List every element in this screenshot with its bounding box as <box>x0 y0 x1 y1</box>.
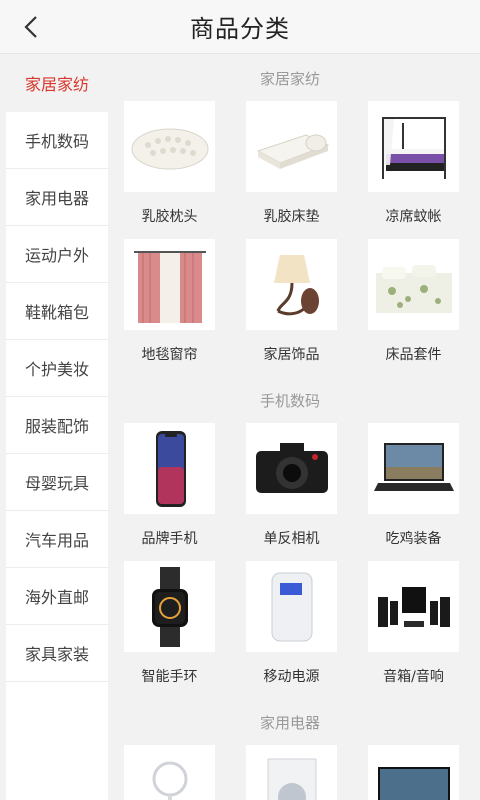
product-grid: 乳胶枕头 乳胶床垫 凉席蚊帐 地毯窗帘 家居饰品 床品套件 <box>108 101 472 377</box>
wall-lamp-image <box>246 239 337 330</box>
canopy-bed-image <box>368 101 459 192</box>
product-tile[interactable]: 家居饰品 <box>246 239 337 377</box>
section-title: 家用电器 <box>259 713 320 732</box>
sidebar-item-beauty[interactable]: 个护美妆 <box>6 340 108 397</box>
section-title: 家居家纺 <box>259 69 320 88</box>
product-label: 音箱/音响 <box>383 668 444 685</box>
product-label: 床品套件 <box>385 346 442 363</box>
speaker-system-image <box>368 561 459 652</box>
sidebar-item-sports[interactable]: 运动户外 <box>6 226 108 283</box>
gaming-laptop-image <box>368 423 459 514</box>
sidebar-item-shoes-bags[interactable]: 鞋靴箱包 <box>6 283 108 340</box>
product-label: 吃鸡装备 <box>385 530 442 547</box>
product-label: 品牌手机 <box>141 530 198 547</box>
product-tile[interactable] <box>246 745 337 800</box>
sidebar-item-digital[interactable]: 手机数码 <box>6 112 108 169</box>
sidebar-item-apparel[interactable]: 服装配饰 <box>6 397 108 454</box>
category-sidebar: 家居家纺 手机数码 家用电器 运动户外 鞋靴箱包 个护美妆 服装配饰 母婴玩具 … <box>6 55 108 800</box>
tv-image <box>368 745 459 800</box>
product-label: 家居饰品 <box>263 346 320 363</box>
section-title: 手机数码 <box>259 391 320 410</box>
product-tile[interactable]: 床品套件 <box>368 239 459 377</box>
smartphone-image <box>124 423 215 514</box>
sidebar-item-appliances[interactable]: 家用电器 <box>6 169 108 226</box>
product-label: 乳胶床垫 <box>263 208 320 225</box>
sidebar-item-overseas[interactable]: 海外直邮 <box>6 568 108 625</box>
latex-pillow-image <box>124 101 215 192</box>
product-tile[interactable]: 乳胶枕头 <box>124 101 215 239</box>
smartwatch-image <box>124 561 215 652</box>
product-tile[interactable]: 智能手环 <box>124 561 215 699</box>
product-tile[interactable]: 凉席蚊帐 <box>368 101 459 239</box>
product-label: 乳胶枕头 <box>141 208 198 225</box>
product-tile[interactable] <box>368 745 459 800</box>
product-tile[interactable]: 乳胶床垫 <box>246 101 337 239</box>
product-label: 单反相机 <box>263 530 320 547</box>
product-tile[interactable]: 吃鸡装备 <box>368 423 459 561</box>
fan-image <box>124 745 215 800</box>
product-tile[interactable]: 单反相机 <box>246 423 337 561</box>
product-grid: 品牌手机 单反相机 吃鸡装备 智能手环 移动电源 音箱/音响 <box>108 423 472 699</box>
back-arrow-icon[interactable] <box>18 13 46 41</box>
category-content: 家居家纺 乳胶枕头 乳胶床垫 凉席蚊帐 地毯窗帘 家居饰品 床品套件 手机数码 … <box>108 55 472 800</box>
sidebar-item-baby-toys[interactable]: 母婴玩具 <box>6 454 108 511</box>
product-label: 凉席蚊帐 <box>385 208 442 225</box>
product-tile[interactable]: 音箱/音响 <box>368 561 459 699</box>
product-label: 智能手环 <box>141 668 198 685</box>
power-bank-image <box>246 561 337 652</box>
product-tile[interactable]: 品牌手机 <box>124 423 215 561</box>
washing-machine-image <box>246 745 337 800</box>
product-tile[interactable] <box>124 745 215 800</box>
curtain-image <box>124 239 215 330</box>
product-label: 地毯窗帘 <box>141 346 198 363</box>
latex-mattress-image <box>246 101 337 192</box>
sidebar-item-auto[interactable]: 汽车用品 <box>6 511 108 568</box>
bedding-set-image <box>368 239 459 330</box>
product-grid <box>108 745 472 800</box>
camera-image <box>246 423 337 514</box>
page-title: 商品分类 <box>190 15 290 43</box>
product-tile[interactable]: 移动电源 <box>246 561 337 699</box>
sidebar-item-furniture[interactable]: 家具家装 <box>6 625 108 682</box>
product-label: 移动电源 <box>263 668 320 685</box>
sidebar-item-home-textile[interactable]: 家居家纺 <box>6 55 108 112</box>
header-bar: 商品分类 <box>0 0 480 54</box>
product-tile[interactable]: 地毯窗帘 <box>124 239 215 377</box>
